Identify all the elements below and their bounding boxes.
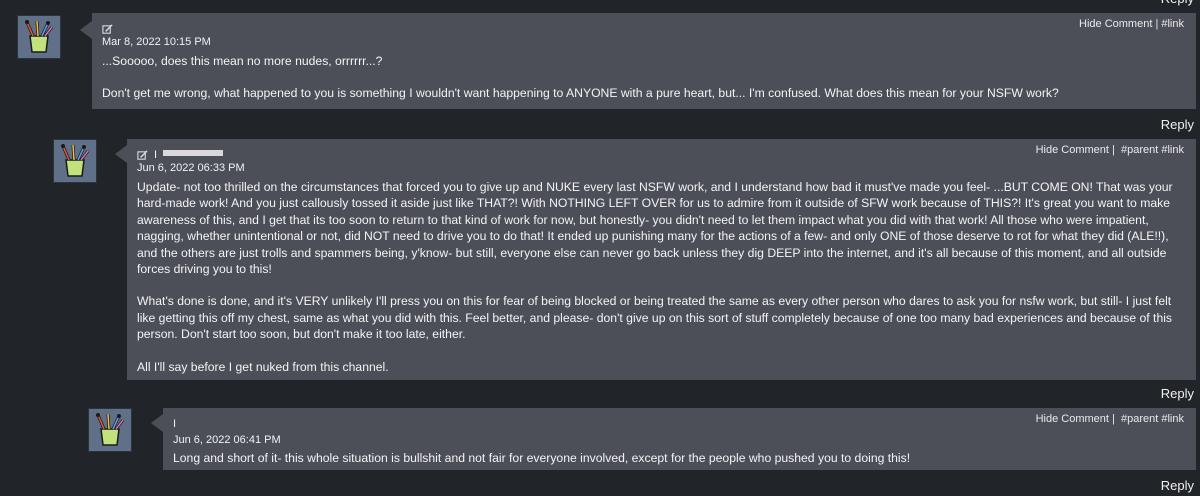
parent-link[interactable]: #parent — [1121, 144, 1158, 156]
author-row: I — [173, 418, 1186, 430]
permalink[interactable]: #link — [1161, 18, 1184, 30]
comment-date: Mar 8, 2022 10:15 PM — [102, 36, 211, 48]
edit-icon[interactable] — [137, 149, 148, 161]
hide-comment-link[interactable]: Hide Comment — [1036, 144, 1109, 156]
comment-bubble: Hide Comment | #parent #link I Jun 6, 20… — [127, 139, 1196, 380]
reply-link[interactable]: Reply — [1161, 478, 1194, 493]
edit-icon[interactable] — [102, 23, 113, 35]
comment-date: Jun 6, 2022 06:33 PM — [137, 162, 245, 174]
pencil-cup-icon — [89, 409, 131, 451]
author-name[interactable]: I — [173, 418, 176, 430]
avatar — [88, 408, 132, 452]
separator: | — [1108, 144, 1118, 156]
hide-comment-link[interactable]: Hide Comment — [1079, 18, 1152, 30]
author-row — [102, 23, 1186, 35]
parent-link[interactable]: #parent — [1121, 413, 1158, 425]
reply-link[interactable]: Reply — [1161, 386, 1194, 401]
comment-body: Update- not too thrilled on the circumst… — [137, 179, 1186, 375]
comment-body: Long and short of it- this whole situati… — [173, 450, 1186, 466]
comment-paragraph: ...Sooooo, does this mean no more nudes,… — [102, 54, 383, 68]
author-name-cutoff — [163, 150, 224, 156]
bubble-tail — [151, 414, 163, 432]
bubble-tail — [80, 21, 92, 39]
comment-actions: Hide Comment | #link — [1079, 18, 1184, 30]
hide-comment-link[interactable]: Hide Comment — [1036, 413, 1109, 425]
comment-actions: Hide Comment | #parent #link — [1036, 144, 1184, 156]
separator: | — [1108, 413, 1118, 425]
avatar — [17, 15, 61, 59]
comment-paragraph: What's done is done, and it's VERY unlik… — [137, 294, 1173, 342]
comment-actions: Hide Comment | #parent #link — [1036, 413, 1184, 425]
pencil-cup-icon — [54, 140, 96, 182]
permalink[interactable]: #link — [1161, 413, 1184, 425]
comment-paragraph: Long and short of it- this whole situati… — [173, 451, 911, 465]
comment-date: Jun 6, 2022 06:41 PM — [173, 434, 281, 446]
reply-link-top[interactable]: Reply — [1161, 0, 1194, 6]
comment-paragraph: Don't get me wrong, what happened to you… — [102, 86, 1059, 101]
comment-body: ...Sooooo, does this mean no more nudes,… — [102, 53, 1186, 102]
author-name[interactable]: I — [154, 149, 157, 161]
pencil-cup-icon — [18, 16, 60, 58]
reply-link[interactable]: Reply — [1161, 117, 1194, 132]
comment-paragraph: Update- not too thrilled on the circumst… — [137, 180, 1173, 277]
author-row: I — [137, 149, 1186, 161]
avatar — [53, 139, 97, 183]
comment-bubble: Hide Comment | #parent #link I Jun 6, 20… — [163, 408, 1196, 470]
permalink[interactable]: #link — [1161, 144, 1184, 156]
bubble-tail — [115, 145, 127, 163]
comment-bubble: Hide Comment | #link Mar 8, 2022 10:15 P… — [92, 13, 1196, 109]
comment-paragraph: All I'll say before I get nuked from thi… — [137, 359, 389, 374]
